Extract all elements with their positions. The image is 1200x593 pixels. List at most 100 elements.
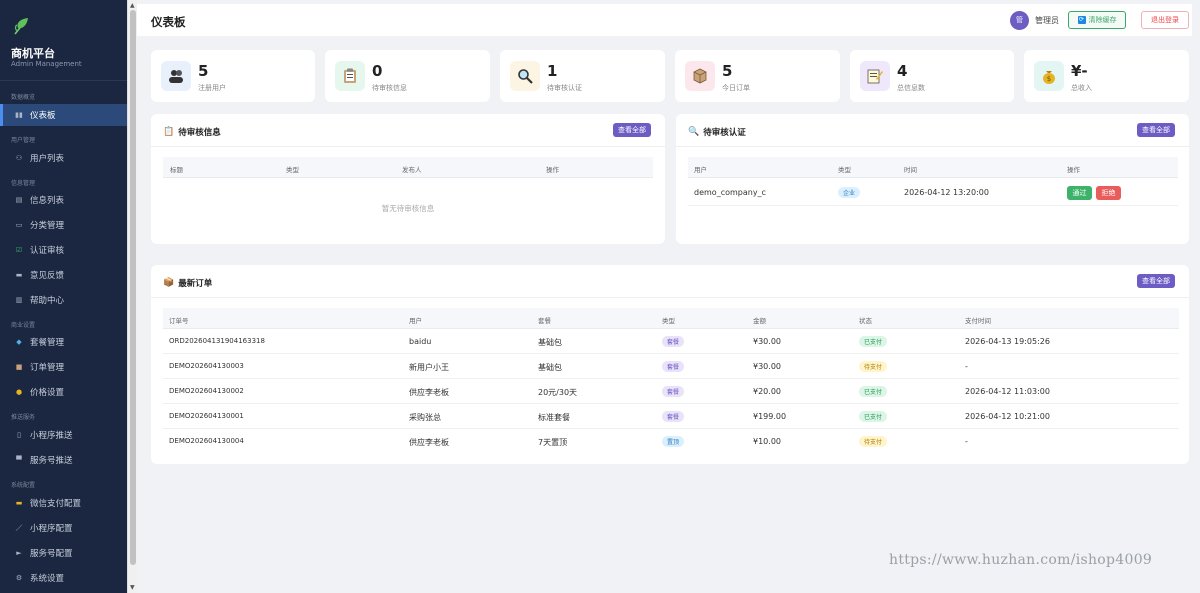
clipboard-icon <box>335 61 365 91</box>
approve-button[interactable]: 通过 <box>1067 186 1092 200</box>
column-header: 操作 <box>1067 166 1080 174</box>
clear-cache-button[interactable]: ⟳ 清除缓存 <box>1068 11 1126 29</box>
stat-value: 1 <box>547 62 558 80</box>
panel-title: 📋 待审核信息 <box>163 126 221 138</box>
svg-text:$: $ <box>1047 75 1051 83</box>
order-package: 基础包 <box>538 338 562 347</box>
column-header: 类型 <box>286 166 299 174</box>
view-all-button[interactable]: 查看全部 <box>613 123 651 137</box>
sidebar-item-label: 用户列表 <box>30 154 65 164</box>
sidebar-item-label: 分类管理 <box>30 221 65 231</box>
stat-card-today-orders[interactable]: 5 今日订单 <box>675 50 840 102</box>
sidebar-item-wechat-pay[interactable]: ▬ 微信支付配置 <box>0 492 127 514</box>
sidebar-item-info-list[interactable]: ▤ 信息列表 <box>0 189 127 211</box>
pending-cert-panel: 🔍 待审核认证 查看全部 用户 类型 时间 操作 demo_company_c 企… <box>676 114 1189 244</box>
stat-value: ¥- <box>1071 62 1088 80</box>
table-row: DEMO202604130001 采购张总 标准套餐 套餐 ¥199.00 已支… <box>163 404 1179 429</box>
sidebar-item-feedback[interactable]: ▬ 意见反馈 <box>0 264 127 286</box>
box-icon: 📦 <box>163 278 175 288</box>
sidebar-item-service-push[interactable]: ▀ 服务号推送 <box>0 449 127 471</box>
diamond-icon: ◆ <box>16 338 22 346</box>
sidebar-item-users[interactable]: ⚇ 用户列表 <box>0 147 127 169</box>
reject-button[interactable]: 拒绝 <box>1096 186 1121 200</box>
sidebar-item-packages[interactable]: ◆ 套餐管理 <box>0 331 127 353</box>
scrollbar-thumb[interactable] <box>130 10 136 565</box>
sidebar-item-service-config[interactable]: ► 服务号配置 <box>0 542 127 564</box>
scroll-up-icon[interactable]: ▲ <box>130 2 135 9</box>
status-badge: 待支付 <box>859 436 888 447</box>
stat-card-pending-info[interactable]: 0 待审核信息 <box>325 50 490 102</box>
stat-label: 注册用户 <box>198 84 226 92</box>
avatar[interactable]: 管 <box>1010 11 1029 30</box>
sidebar-item-cert-review[interactable]: ☑ 认证审核 <box>0 239 127 261</box>
sidebar-item-miniprogram-push[interactable]: ▯ 小程序推送 <box>0 424 127 446</box>
view-all-button[interactable]: 查看全部 <box>1137 274 1175 288</box>
gear-icon: ⚙ <box>15 574 23 582</box>
order-paid-time: 2026-04-13 19:05:26 <box>965 337 1050 346</box>
sidebar-item-dashboard[interactable]: ▮▮ 仪表板 <box>0 104 127 126</box>
column-header: 套餐 <box>538 317 551 325</box>
column-header: 类型 <box>838 166 851 174</box>
nav-group-label: 推送服务 <box>11 414 36 421</box>
column-header: 操作 <box>546 166 559 174</box>
type-badge: 企业 <box>838 187 861 198</box>
panel-title: 🔍 待审核认证 <box>688 126 746 138</box>
stat-card-total-info[interactable]: 4 总信息数 <box>850 50 1014 102</box>
sidebar-item-orders[interactable]: ■ 订单管理 <box>0 356 127 378</box>
stat-value: 4 <box>897 62 908 80</box>
sidebar-item-miniprogram-config[interactable]: ／ 小程序配置 <box>0 517 127 539</box>
order-package: 20元/30天 <box>538 388 578 397</box>
tag-icon: ▭ <box>15 221 23 229</box>
order-amount: ¥30.00 <box>753 362 781 371</box>
box-icon <box>685 61 715 91</box>
brand-subtitle: Admin Management <box>11 60 82 68</box>
stat-label: 总信息数 <box>897 84 925 92</box>
order-number: DEMO202604130003 <box>169 362 244 370</box>
sidebar-item-label: 套餐管理 <box>30 338 65 348</box>
type-badge: 套餐 <box>662 361 685 372</box>
users-icon: ⚇ <box>15 154 23 162</box>
column-header: 标题 <box>170 166 183 174</box>
page-title: 仪表板 <box>151 15 186 29</box>
magnifier-icon: 🔍 <box>688 127 700 137</box>
stat-card-pending-cert[interactable]: 1 待审核认证 <box>500 50 665 102</box>
stat-value: 5 <box>722 62 733 80</box>
sidebar-item-label: 服务号配置 <box>30 549 73 559</box>
order-paid-time: - <box>965 437 968 446</box>
scroll-down-icon[interactable]: ▼ <box>130 584 135 591</box>
view-all-button[interactable]: 查看全部 <box>1137 123 1175 137</box>
stat-card-total-revenue[interactable]: $ ¥- 总收入 <box>1024 50 1189 102</box>
order-amount: ¥20.00 <box>753 387 781 396</box>
sidebar-item-settings[interactable]: ⚙ 系统设置 <box>0 567 127 589</box>
phone-icon: ▯ <box>17 431 21 439</box>
panel-title-text: 待审核信息 <box>178 128 221 138</box>
watermark: https://www.huzhan.com/ishop4009 <box>889 552 1153 568</box>
magnifier-icon <box>510 61 540 91</box>
memo-icon <box>860 61 890 91</box>
column-header: 发布人 <box>402 166 422 174</box>
status-badge: 已支付 <box>859 411 888 422</box>
table-row: DEMO202604130002 供应李老板 20元/30天 套餐 ¥20.00… <box>163 379 1179 404</box>
nav-group-label: 信息管理 <box>11 180 36 187</box>
sidebar-item-label: 意见反馈 <box>30 271 65 281</box>
status-badge: 已支付 <box>859 386 888 397</box>
brand-name: 商机平台 <box>11 47 55 60</box>
sidebar-scrollbar[interactable]: ▲ ▼ <box>127 0 137 593</box>
table-header: 标题 类型 发布人 操作 <box>163 157 653 178</box>
sidebar-item-pricing[interactable]: ● 价格设置 <box>0 381 127 403</box>
sidebar-item-categories[interactable]: ▭ 分类管理 <box>0 214 127 236</box>
mailbox-icon: ▀ <box>16 456 22 464</box>
admin-label: 管理员 <box>1035 16 1059 25</box>
sidebar-item-help[interactable]: ▥ 帮助中心 <box>0 289 127 311</box>
document-icon: ▤ <box>15 196 23 204</box>
table-row: ORD202604131904163318 baidu 基础包 套餐 ¥30.0… <box>163 329 1179 354</box>
sidebar-item-label: 信息列表 <box>30 196 65 206</box>
empty-state: 暂无待审核信息 <box>381 204 435 213</box>
logout-button[interactable]: 退出登录 <box>1141 11 1189 29</box>
stat-card-users[interactable]: 5 注册用户 <box>151 50 315 102</box>
cert-user: demo_company_c <box>694 188 766 197</box>
panel-title-text: 待审核认证 <box>703 128 746 138</box>
order-amount: ¥30.00 <box>753 337 781 346</box>
sidebar-item-label: 仪表板 <box>30 111 56 121</box>
order-number: DEMO202604130004 <box>169 437 244 445</box>
